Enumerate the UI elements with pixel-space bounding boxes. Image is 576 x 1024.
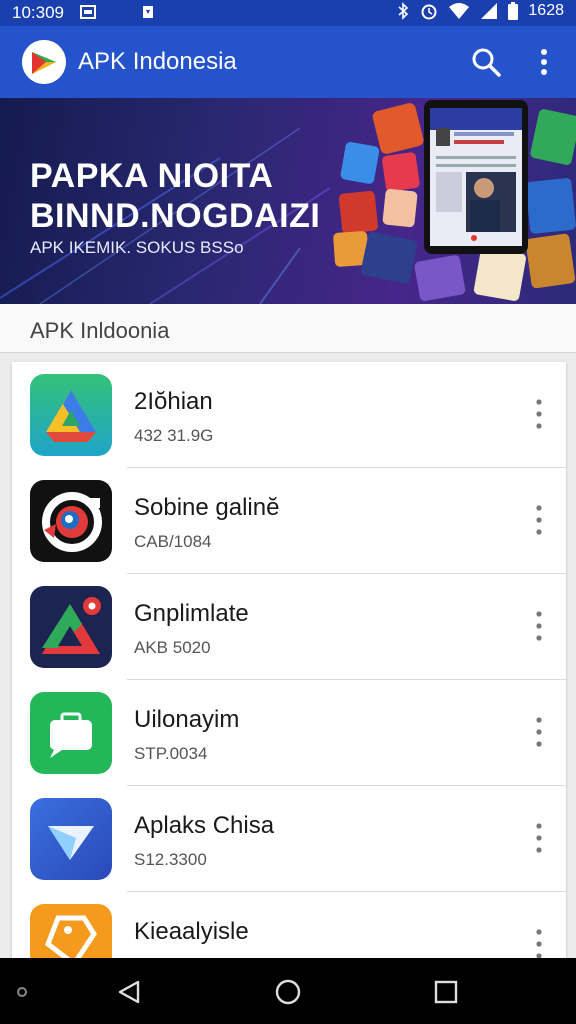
app-meta: S12.3300 xyxy=(134,850,207,869)
navigation-bar xyxy=(0,958,576,1024)
red-triangle-icon xyxy=(30,586,112,668)
more-vert-icon[interactable] xyxy=(532,714,546,750)
app-name: Sobine galinĕ xyxy=(134,494,280,521)
back-icon[interactable] xyxy=(116,978,144,1006)
app-name: Kieaalyisle xyxy=(134,918,249,945)
nav-dot-icon xyxy=(17,987,27,997)
promo-banner[interactable]: PAPKA NIOITA BINND.NOGDAIZI APK IKEMIK. … xyxy=(0,98,576,304)
status-time: 10:309 xyxy=(12,3,64,22)
more-vert-icon[interactable] xyxy=(532,46,556,78)
banner-subtitle: APK IKEMIK. SOKUS BSSo xyxy=(30,238,244,257)
list-item[interactable]: Aplaks Chisa S12.3300 xyxy=(12,786,566,892)
banner-headline-line2: BINND.NOGDAIZI xyxy=(30,197,321,235)
bluetooth-icon xyxy=(398,2,409,20)
recents-icon[interactable] xyxy=(432,978,460,1006)
app-name: 2Iŏhian xyxy=(134,388,213,415)
list-item[interactable]: Sobine galinĕ CAB/1084 xyxy=(12,468,566,574)
section-title: APK Inldoonia xyxy=(30,318,170,343)
home-icon[interactable] xyxy=(274,978,302,1006)
gallery-icon xyxy=(80,5,96,19)
drive-triangle-icon xyxy=(30,374,112,456)
status-bar: 10:309 1628 xyxy=(0,0,576,26)
app-logo-icon[interactable] xyxy=(22,40,66,84)
more-vert-icon[interactable] xyxy=(532,820,546,856)
banner-headline-line1: PAPKA NIOITA xyxy=(30,157,274,195)
more-vert-icon[interactable] xyxy=(532,608,546,644)
more-vert-icon[interactable] xyxy=(532,396,546,432)
green-briefcase-icon xyxy=(30,692,112,774)
app-name: Aplaks Chisa xyxy=(134,812,275,839)
app-meta: STP.0034 xyxy=(134,744,208,763)
status-right-group: 1628 xyxy=(396,2,564,20)
app-name: Gnplimlate xyxy=(134,600,249,627)
app-bar: APK Indonesia xyxy=(0,26,576,98)
app-list: 2Iŏhian 432 31.9G Sobine galinĕ CAB/1084 xyxy=(12,362,566,982)
more-vert-icon[interactable] xyxy=(532,926,546,962)
app-meta: CAB/1084 xyxy=(134,532,212,551)
notification-icon xyxy=(143,6,153,18)
app-title: APK Indonesia xyxy=(78,48,237,75)
target-gear-icon xyxy=(30,480,112,562)
status-clock-right: 1628 xyxy=(528,2,564,19)
list-item[interactable]: Gnplimlate AKB 5020 xyxy=(12,574,566,680)
app-meta: 432 31.9G xyxy=(134,426,214,445)
signal-icon xyxy=(481,3,498,19)
app-name: Uilonayim xyxy=(134,706,240,733)
search-icon[interactable] xyxy=(470,46,502,78)
battery-icon xyxy=(508,2,519,20)
more-vert-icon[interactable] xyxy=(532,502,546,538)
list-item[interactable]: 2Iŏhian 432 31.9G xyxy=(12,362,566,468)
app-meta: AKB 5020 xyxy=(134,638,211,657)
alarm-icon xyxy=(421,4,437,20)
banner-headline: PAPKA NIOITA BINND.NOGDAIZI xyxy=(30,156,320,236)
section-header: APK Inldoonia xyxy=(0,304,576,353)
blue-arrow-icon xyxy=(30,798,112,880)
list-item[interactable]: Uilonayim STP.0034 xyxy=(12,680,566,786)
wifi-icon xyxy=(449,3,470,19)
